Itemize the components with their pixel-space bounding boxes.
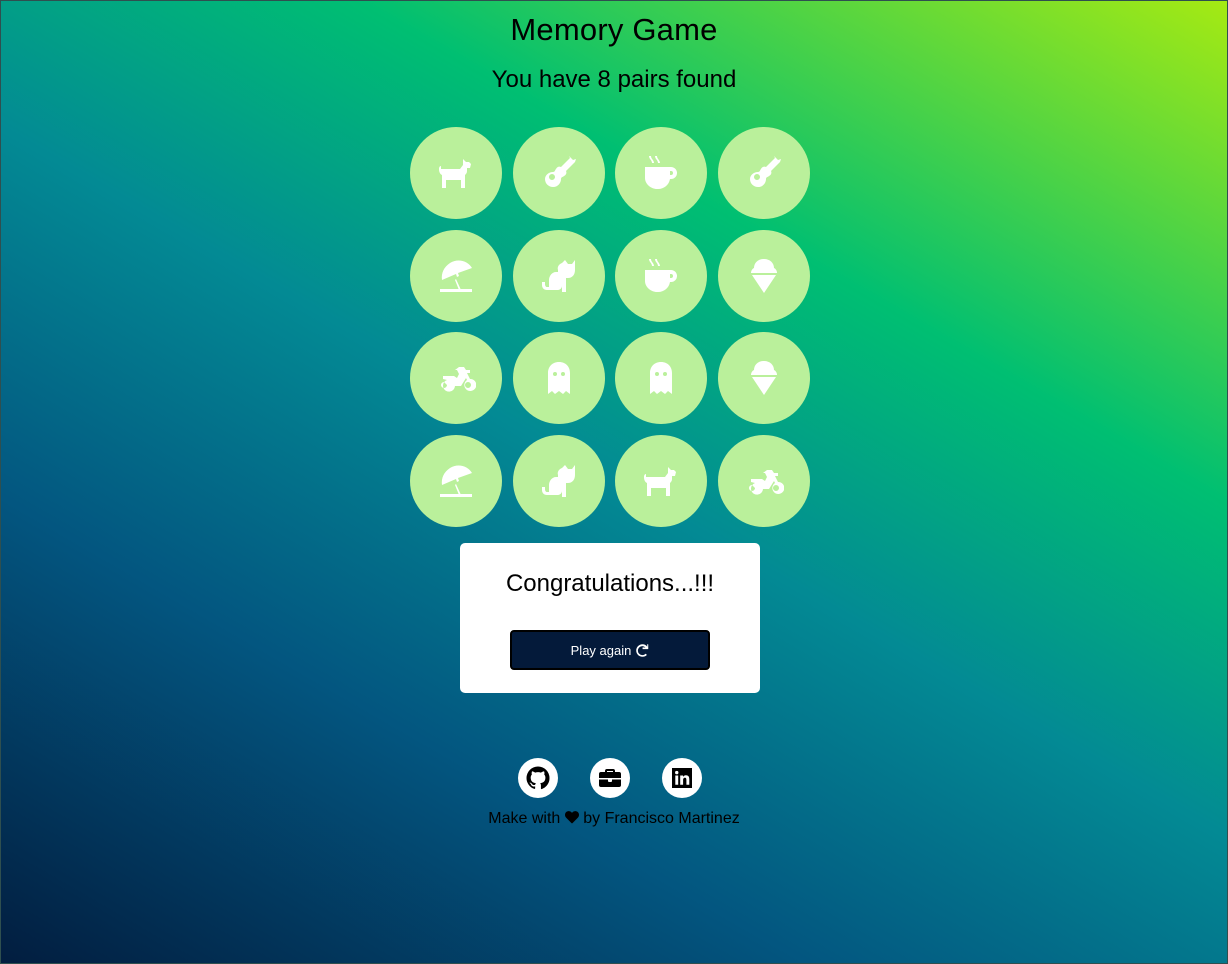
social-links <box>518 758 702 798</box>
guitar-icon <box>749 156 781 187</box>
ice-cream-icon <box>750 258 777 293</box>
memory-card[interactable] <box>717 229 810 322</box>
congratulations-modal: Congratulations...!!! Play again <box>460 543 760 693</box>
footer-author: by Francisco Martinez <box>583 810 740 827</box>
play-again-label: Play again <box>570 642 632 658</box>
motorcycle-icon <box>441 367 476 392</box>
memory-card[interactable] <box>410 332 502 425</box>
play-again-button[interactable]: Play again <box>510 630 710 670</box>
memory-card[interactable] <box>615 332 708 425</box>
memory-card[interactable] <box>615 434 708 527</box>
cat-icon <box>541 464 575 497</box>
cat-icon <box>541 259 575 292</box>
memory-card[interactable] <box>410 434 502 527</box>
github-icon <box>526 766 550 790</box>
mug-hot-icon <box>645 258 678 292</box>
memory-card[interactable] <box>410 127 502 219</box>
portfolio-link[interactable] <box>590 758 630 798</box>
memory-card[interactable] <box>615 127 708 219</box>
umbrella-beach-icon <box>440 260 472 292</box>
footer: Make with by Francisco Martinez <box>0 810 1228 828</box>
memory-card[interactable] <box>615 229 708 322</box>
mug-hot-icon <box>645 156 678 189</box>
linkedin-icon <box>672 768 692 788</box>
dog-icon <box>644 466 677 496</box>
card-grid <box>410 127 810 527</box>
github-link[interactable] <box>518 758 558 798</box>
memory-card[interactable] <box>717 332 810 425</box>
linkedin-link[interactable] <box>662 758 702 798</box>
congratulations-message: Congratulations...!!! <box>505 570 715 597</box>
memory-card[interactable] <box>410 229 502 322</box>
page-title: Memory Game <box>510 12 718 47</box>
memory-card[interactable] <box>512 434 605 527</box>
briefcase-icon <box>599 769 621 787</box>
pairs-found-counter: You have 8 pairs found <box>491 66 737 93</box>
redo-icon <box>636 643 650 657</box>
ghost-icon <box>650 362 673 395</box>
memory-card[interactable] <box>512 332 605 425</box>
guitar-icon <box>544 156 576 187</box>
motorcycle-icon <box>748 469 784 495</box>
umbrella-beach-icon <box>440 465 472 497</box>
memory-card[interactable] <box>717 434 810 527</box>
memory-card[interactable] <box>512 229 605 322</box>
footer-prefix: Make with <box>488 810 561 827</box>
ghost-icon <box>547 362 570 395</box>
dog-icon <box>439 159 471 188</box>
ice-cream-icon <box>750 361 777 396</box>
memory-card[interactable] <box>512 127 605 219</box>
heart-icon <box>564 811 579 824</box>
memory-card[interactable] <box>717 127 810 219</box>
